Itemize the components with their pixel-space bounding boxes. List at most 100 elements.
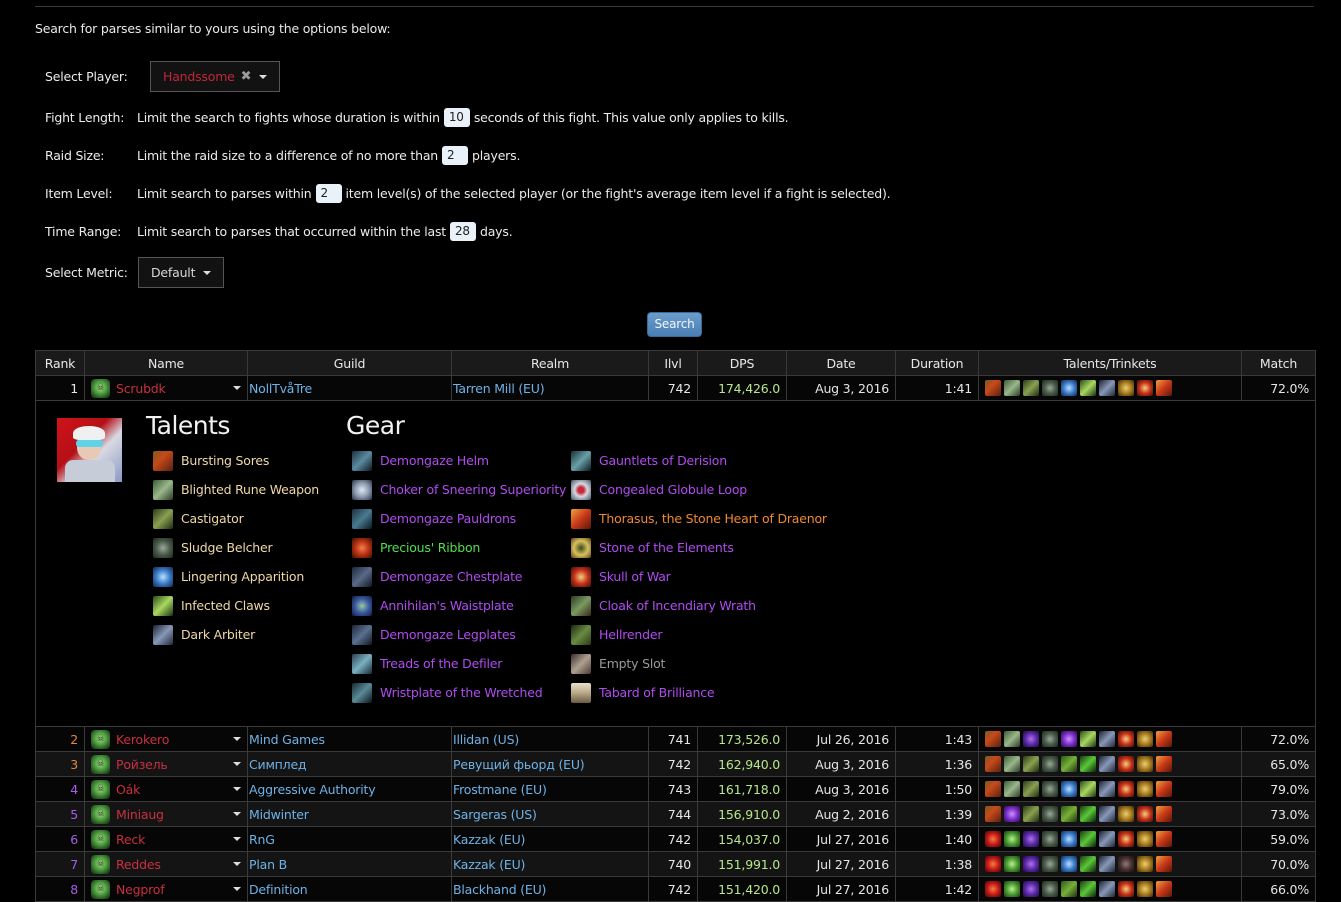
- gear-item-name[interactable]: Demongaze Pauldrons: [380, 511, 516, 526]
- character-name-link[interactable]: Miniaug: [116, 807, 233, 822]
- gear-item-name[interactable]: Precious' Ribbon: [380, 540, 480, 555]
- dark-arbiter-icon[interactable]: [1099, 881, 1115, 897]
- purple-talent-icon[interactable]: [1004, 806, 1020, 822]
- castigator-icon[interactable]: [1023, 781, 1039, 797]
- stone-of-the-elements-icon[interactable]: [1118, 380, 1134, 396]
- realm-link[interactable]: Kazzak (EU): [451, 851, 649, 877]
- green-skull-icon[interactable]: [1004, 831, 1020, 847]
- sludge-belcher-icon[interactable]: [1042, 831, 1058, 847]
- player-select[interactable]: Handssome ✖: [150, 61, 281, 92]
- row-dropdown-caret-icon[interactable]: [233, 837, 241, 841]
- skull-of-war-icon[interactable]: [1118, 831, 1134, 847]
- gear-item-name[interactable]: Demongaze Helm: [380, 453, 489, 468]
- skull-of-war-icon[interactable]: [1118, 781, 1134, 797]
- gear-item-name[interactable]: Hellrender: [599, 627, 662, 642]
- gear-item[interactable]: Demongaze Helm: [352, 446, 566, 475]
- stone-of-the-elements-icon[interactable]: [1137, 781, 1153, 797]
- skull-of-war-icon[interactable]: [1118, 731, 1134, 747]
- gear-item[interactable]: Congealed Globule Loop: [571, 475, 827, 504]
- row-dropdown-caret-icon[interactable]: [233, 737, 241, 741]
- realm-link[interactable]: Sargeras (US): [451, 801, 649, 827]
- infected-claws-icon[interactable]: [1080, 781, 1096, 797]
- dark-arbiter-icon[interactable]: [1099, 856, 1115, 872]
- clear-icon[interactable]: ✖: [241, 69, 252, 84]
- castigator-icon[interactable]: [1023, 380, 1039, 396]
- gear-item-name[interactable]: Thorasus, the Stone Heart of Draenor: [599, 511, 827, 526]
- metric-select[interactable]: Default: [138, 257, 225, 288]
- col-talents[interactable]: Talents/Trinkets: [978, 350, 1242, 376]
- gear-item[interactable]: Empty Slot: [571, 649, 827, 678]
- gear-item[interactable]: Demongaze Legplates: [352, 620, 566, 649]
- lingering-apparition-icon[interactable]: [1061, 856, 1077, 872]
- character-name-link[interactable]: Ройзель: [116, 757, 233, 772]
- dark-arbiter-icon[interactable]: [1099, 831, 1115, 847]
- sludge-belcher-icon[interactable]: [1042, 856, 1058, 872]
- stone-of-the-elements-icon[interactable]: [1118, 806, 1134, 822]
- guild-link[interactable]: Plan B: [247, 851, 452, 877]
- gear-item-name[interactable]: Gauntlets of Derision: [599, 453, 727, 468]
- green-talent-icon[interactable]: [1061, 756, 1077, 772]
- sludge-belcher-icon[interactable]: [1042, 806, 1058, 822]
- realm-link[interactable]: Kazzak (EU): [451, 826, 649, 852]
- thorasus-icon[interactable]: [1156, 380, 1172, 396]
- table-row[interactable]: 3 ☠ Ройзель Симплед Ревущий фьорд (EU) 7…: [35, 751, 1316, 777]
- blighted-rune-weapon-icon[interactable]: [1004, 756, 1020, 772]
- thorasus-icon[interactable]: [1156, 781, 1172, 797]
- castigator-icon[interactable]: [1023, 756, 1039, 772]
- character-name-link[interactable]: Reddes: [116, 857, 233, 872]
- red-talent-icon[interactable]: [985, 881, 1001, 897]
- stone-of-the-elements-icon[interactable]: [1137, 831, 1153, 847]
- skull-of-war-icon[interactable]: [1137, 806, 1153, 822]
- character-name-link[interactable]: Negprof: [116, 882, 233, 897]
- gear-item-name[interactable]: Empty Slot: [599, 656, 665, 671]
- gear-item[interactable]: Wristplate of the Wretched: [352, 678, 566, 707]
- sludge-belcher-icon[interactable]: [1042, 731, 1058, 747]
- guild-link[interactable]: Симплед: [247, 751, 452, 777]
- table-row[interactable]: 6 ☠ Reck RnG Kazzak (EU) 742 154,037.0 J…: [35, 826, 1316, 852]
- guild-link[interactable]: NollTvåTre: [247, 375, 452, 401]
- thorasus-icon[interactable]: [1156, 756, 1172, 772]
- row-dropdown-caret-icon[interactable]: [233, 386, 241, 390]
- gear-item-name[interactable]: Wristplate of the Wretched: [380, 685, 543, 700]
- green-claw-icon[interactable]: [1080, 831, 1096, 847]
- gear-item[interactable]: Cloak of Incendiary Wrath: [571, 591, 827, 620]
- dark-arbiter-icon[interactable]: [1099, 380, 1115, 396]
- realm-link[interactable]: Tarren Mill (EU): [451, 375, 649, 401]
- skull-of-war-icon[interactable]: [1118, 881, 1134, 897]
- col-duration[interactable]: Duration: [895, 350, 979, 376]
- gear-item-name[interactable]: Choker of Sneering Superiority: [380, 482, 566, 497]
- bursting-sores-icon[interactable]: [985, 380, 1001, 396]
- character-name-link[interactable]: Reck: [116, 832, 233, 847]
- talent-item[interactable]: Castigator: [153, 504, 319, 533]
- red-talent-icon[interactable]: [985, 831, 1001, 847]
- thorasus-icon[interactable]: [1156, 831, 1172, 847]
- col-ilvl[interactable]: Ilvl: [648, 350, 698, 376]
- fight-length-input[interactable]: 10: [443, 108, 470, 127]
- raid-size-input[interactable]: 2: [442, 146, 469, 165]
- gear-item-name[interactable]: Treads of the Defiler: [380, 656, 502, 671]
- gear-item[interactable]: Choker of Sneering Superiority: [352, 475, 566, 504]
- talent-item[interactable]: Blighted Rune Weapon: [153, 475, 319, 504]
- gear-item[interactable]: Demongaze Pauldrons: [352, 504, 566, 533]
- col-realm[interactable]: Realm: [451, 350, 649, 376]
- talent-item[interactable]: Sludge Belcher: [153, 533, 319, 562]
- talent-item[interactable]: Lingering Apparition: [153, 562, 319, 591]
- thorasus-icon[interactable]: [1156, 856, 1172, 872]
- red-talent-icon[interactable]: [985, 856, 1001, 872]
- shadow-infusion-icon[interactable]: [1023, 831, 1039, 847]
- col-date[interactable]: Date: [786, 350, 896, 376]
- sludge-belcher-icon[interactable]: [1042, 881, 1058, 897]
- stone-of-the-elements-icon[interactable]: [1137, 756, 1153, 772]
- shadow-infusion-icon[interactable]: [1023, 731, 1039, 747]
- gear-item-name[interactable]: Cloak of Incendiary Wrath: [599, 598, 756, 613]
- blighted-rune-weapon-icon[interactable]: [1004, 731, 1020, 747]
- character-name-link[interactable]: Scrubdk: [116, 381, 233, 396]
- gear-item-name[interactable]: Annihilan's Waistplate: [380, 598, 514, 613]
- gear-item-name[interactable]: Demongaze Legplates: [380, 627, 516, 642]
- blighted-rune-weapon-icon[interactable]: [1004, 380, 1020, 396]
- green-claw-icon[interactable]: [1080, 756, 1096, 772]
- green-skull-icon[interactable]: [1004, 856, 1020, 872]
- dark-arbiter-icon[interactable]: [1099, 806, 1115, 822]
- bursting-sores-icon[interactable]: [985, 756, 1001, 772]
- col-dps[interactable]: DPS: [697, 350, 787, 376]
